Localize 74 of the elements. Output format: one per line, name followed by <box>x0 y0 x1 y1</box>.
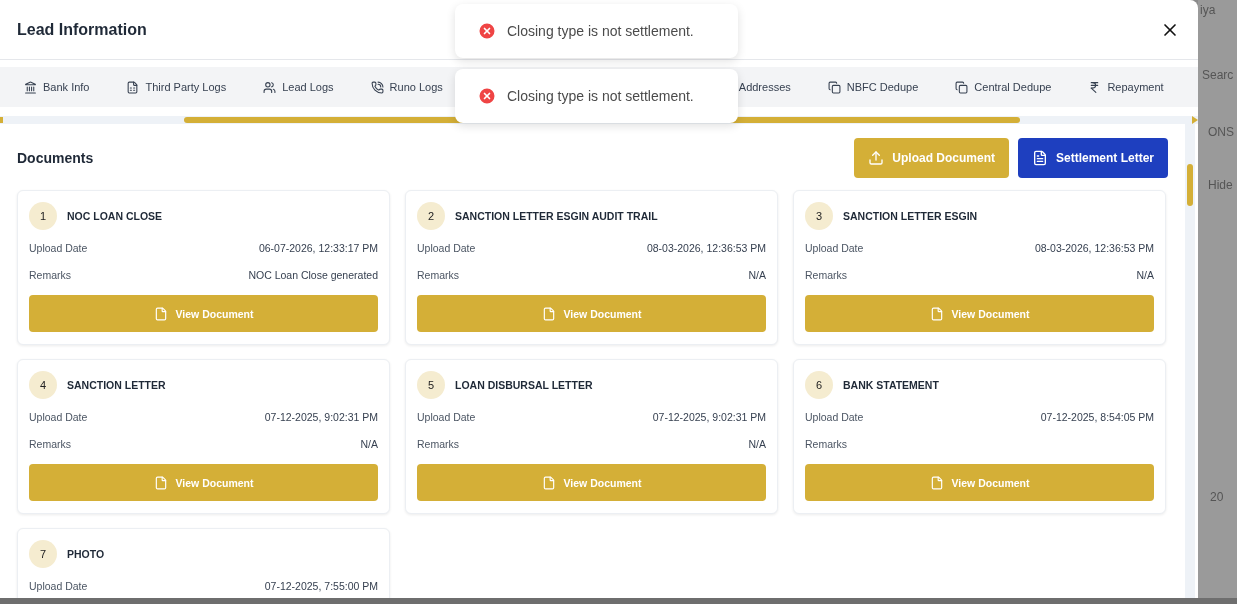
file-icon <box>929 306 944 321</box>
settlement-letter-button[interactable]: Settlement Letter <box>1017 138 1168 178</box>
file-icon <box>153 475 168 490</box>
field-value: N/A <box>1136 268 1154 281</box>
tab[interactable]: Repayment <box>1088 80 1164 94</box>
field-label: Remarks <box>29 268 71 281</box>
copy-icon <box>955 80 969 94</box>
scroll-left-icon[interactable] <box>0 116 6 124</box>
tab[interactable]: Central Dedupe <box>955 80 1052 94</box>
field-label: Remarks <box>417 268 459 281</box>
tab[interactable]: Runo Logs <box>370 80 443 94</box>
field-label: Upload Date <box>29 579 88 592</box>
index-badge: 3 <box>805 202 833 230</box>
index-badge: 4 <box>29 371 57 399</box>
backdrop-text: Hide <box>1208 178 1233 192</box>
field-value: 08-03-2026, 12:36:53 PM <box>646 241 766 254</box>
file-icon <box>153 306 168 321</box>
upload-icon <box>868 150 885 166</box>
document-icon <box>1031 150 1048 166</box>
field-value: 07-12-2025, 9:02:31 PM <box>264 410 378 423</box>
tab[interactable]: Third Party Logs <box>126 80 227 94</box>
field-value: N/A <box>748 268 766 281</box>
error-icon <box>477 21 497 41</box>
tab[interactable]: Addresses <box>738 81 791 93</box>
field-value: N/A <box>748 437 766 450</box>
field-label: Upload Date <box>29 410 88 423</box>
field-label: Remarks <box>417 437 459 450</box>
field-label: Remarks <box>29 437 71 450</box>
section-title: Documents <box>17 150 94 166</box>
index-badge: 6 <box>805 371 833 399</box>
document-name: LOAN DISBURSAL LETTER <box>455 379 593 391</box>
field-value: 07-12-2025, 8:54:05 PM <box>1040 410 1154 423</box>
field-label: Remarks <box>805 268 847 281</box>
phone-icon <box>370 80 384 94</box>
copy-icon <box>827 80 841 94</box>
bank-icon <box>24 80 37 94</box>
tab[interactable]: Lead Logs <box>263 80 334 94</box>
field-label: Remarks <box>805 437 847 450</box>
field-label: Upload Date <box>29 241 88 254</box>
tab[interactable]: NBFC Dedupe <box>827 80 919 94</box>
document-name: SANCTION LETTER ESGIN AUDIT TRAIL <box>455 210 658 222</box>
field-value: 07-12-2025, 9:02:31 PM <box>652 410 766 423</box>
field-value: 06-07-2026, 12:33:17 PM <box>258 241 378 254</box>
field-value: NOC Loan Close generated <box>248 268 378 281</box>
index-badge: 2 <box>417 202 445 230</box>
index-badge: 5 <box>417 371 445 399</box>
field-value: N/A <box>360 437 378 450</box>
backdrop-text: 20 <box>1210 490 1224 504</box>
index-badge: 7 <box>29 540 57 568</box>
toast-message: Closing type is not settlement. <box>507 88 694 104</box>
backdrop-text: Searc <box>1202 68 1234 82</box>
file-icon <box>541 475 556 490</box>
tab[interactable]: Bank Info <box>24 80 90 94</box>
document-name: PHOTO <box>67 548 105 560</box>
backdrop-text: iya <box>1200 3 1216 17</box>
field-label: Upload Date <box>417 241 476 254</box>
error-icon <box>477 86 497 106</box>
index-badge: 1 <box>29 202 57 230</box>
document-name: SANCTION LETTER <box>67 379 166 391</box>
document-name: NOC LOAN CLOSE <box>67 210 163 222</box>
field-label: Upload Date <box>417 410 476 423</box>
field-label: Upload Date <box>805 410 864 423</box>
file-icon <box>929 475 944 490</box>
document-name: SANCTION LETTER ESGIN <box>843 210 978 222</box>
toast-message: Closing type is not settlement. <box>507 23 694 39</box>
document-icon <box>126 80 140 94</box>
backdrop-text: ONS <box>1208 125 1234 139</box>
field-label: Upload Date <box>805 241 864 254</box>
field-value: 07-12-2025, 7:55:00 PM <box>264 579 378 592</box>
document-name: BANK STATEMENT <box>843 379 939 391</box>
field-value: 08-03-2026, 12:36:53 PM <box>1034 241 1154 254</box>
file-icon <box>541 306 556 321</box>
modal-title: Lead Information <box>17 20 147 39</box>
users-icon <box>263 80 277 94</box>
